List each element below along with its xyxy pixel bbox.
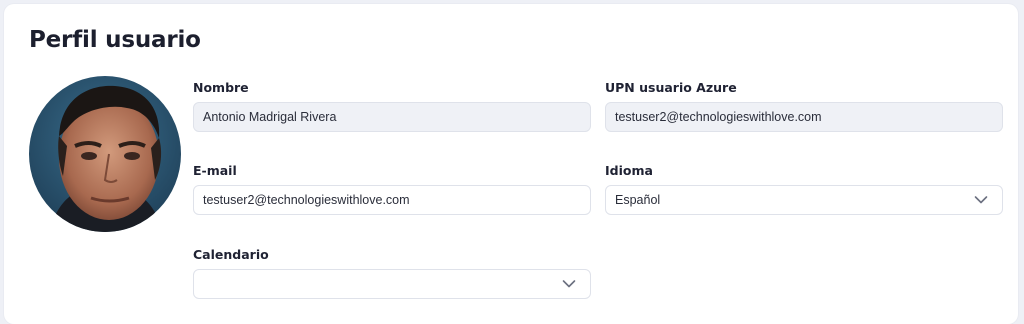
chevron-down-icon <box>562 280 576 288</box>
nombre-label: Nombre <box>193 80 249 95</box>
profile-card: Perfil usuario Nombre Antonio Madrigal R… <box>4 4 1018 324</box>
nombre-field: Antonio Madrigal Rivera <box>193 102 591 132</box>
email-label: E-mail <box>193 163 237 178</box>
user-avatar-photo <box>29 76 181 232</box>
avatar <box>29 76 181 232</box>
page-title: Perfil usuario <box>29 27 201 53</box>
upn-value: testuser2@technologieswithlove.com <box>615 110 822 124</box>
upn-field: testuser2@technologieswithlove.com <box>605 102 1003 132</box>
idioma-select[interactable]: Español <box>605 185 1003 215</box>
email-field[interactable]: testuser2@technologieswithlove.com <box>193 185 591 215</box>
upn-label: UPN usuario Azure <box>605 80 737 95</box>
chevron-down-icon <box>974 196 988 204</box>
email-value: testuser2@technologieswithlove.com <box>203 193 410 207</box>
idioma-value: Español <box>615 193 661 207</box>
calendario-select[interactable] <box>193 269 591 299</box>
nombre-value: Antonio Madrigal Rivera <box>203 110 337 124</box>
idioma-label: Idioma <box>605 163 653 178</box>
calendario-label: Calendario <box>193 247 269 262</box>
